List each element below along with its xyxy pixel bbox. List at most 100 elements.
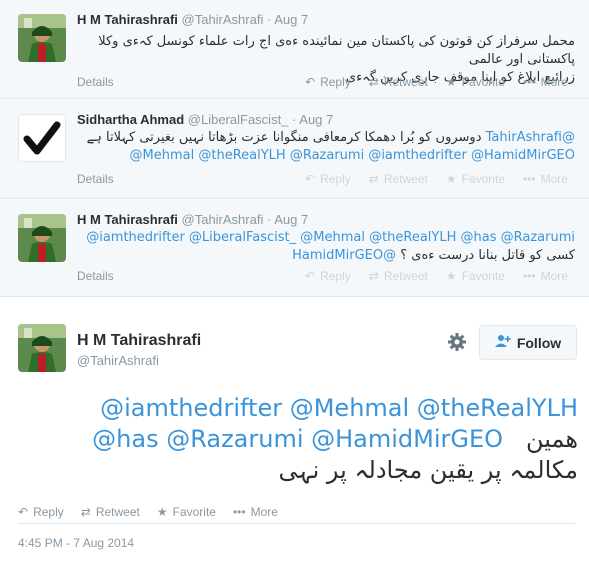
star-icon: ★ [156,505,168,519]
favorite-label: Favorite [461,269,505,283]
tweet-text-line: محمل سرفراز کن قوتون کی پاکستان مین نمائ… [98,34,575,67]
favorite-button[interactable]: ★ Favorite [446,75,505,89]
reply-button[interactable]: ↶ Reply [305,269,351,283]
more-label: More [540,172,568,186]
divider [18,523,575,524]
retweet-label: Retweet [95,505,140,519]
retweet-icon: ⇄ [368,269,379,283]
fullname[interactable]: H M Tahirashrafi [77,212,178,227]
follow-label: Follow [516,334,562,351]
tweet-actions: ↶ Reply ⇄ Retweet ★ Favorite ••• More [18,505,278,519]
more-button[interactable]: ••• More [523,269,568,283]
screen-name[interactable]: @TahirAshrafi [182,12,264,27]
tweet-text-line: مکالمہ پر یقین مجادلہ پر نہی [278,456,578,484]
retweet-button[interactable]: ⇄ Retweet [81,505,140,519]
more-icon: ••• [522,75,536,89]
mentions-line[interactable]: @Mehmal @theRealYLH @Razarumi @iamthedri… [75,147,575,165]
avatar[interactable] [18,114,66,162]
tweet-2[interactable]: Sidhartha Ahmad @LiberalFascist_ · Aug 7… [0,100,589,199]
tweet-text-urdu: دوسروں کو بُرا دھمکا کرمعافی منگوانا عزت… [86,130,482,145]
details-link[interactable]: Details [77,269,114,283]
more-button[interactable]: ••• More [523,75,568,89]
fullname[interactable]: H M Tahirashrafi [77,12,178,27]
tweet-1[interactable]: H M Tahirashrafi @TahirAshrafi · Aug 7 م… [0,0,589,99]
gear-icon[interactable] [447,332,467,352]
retweet-label: Retweet [383,269,428,283]
favorite-button[interactable]: ★ Favorite [446,172,505,186]
retweet-button[interactable]: ⇄ Retweet [369,172,428,186]
tweet-text: @iamthedrifter @LiberalFascist_ @Mehmal … [75,229,575,265]
tweet-header: H M Tahirashrafi @TahirAshrafi · Aug 7 [77,212,308,227]
more-button[interactable]: ••• More [233,505,278,519]
separator-dot: · [292,112,297,127]
mentions-line[interactable]: @iamthedrifter @LiberalFascist_ @Mehmal … [75,229,575,247]
reply-icon: ↶ [305,269,316,283]
tweet-time[interactable]: Aug 7 [274,12,308,27]
favorite-button[interactable]: ★ Favorite [157,505,216,519]
details-link[interactable]: Details [77,75,114,89]
reply-label: Reply [33,505,64,519]
star-icon: ★ [445,269,457,283]
more-button[interactable]: ••• More [523,172,568,186]
details-link[interactable]: Details [77,172,114,186]
favorite-label: Favorite [172,505,216,519]
reply-label: Reply [320,172,351,186]
tweet-actions: ↶ Reply ⇄ Retweet ★ Favorite ••• More [305,75,568,89]
star-icon: ★ [445,172,457,186]
fullname[interactable]: Sidhartha Ahmad [77,112,184,127]
more-label: More [540,269,568,283]
reply-icon: ↶ [18,505,29,519]
tweet-header: H M Tahirashrafi @TahirAshrafi · Aug 7 [77,12,308,27]
screen-name[interactable]: @TahirAshrafi [77,353,159,368]
retweet-button[interactable]: ⇄ Retweet [369,75,428,89]
screen-name[interactable]: @TahirAshrafi [182,212,264,227]
tweet-time[interactable]: Aug 7 [299,112,333,127]
avatar[interactable] [18,214,66,262]
retweet-icon: ⇄ [80,505,91,519]
reply-button[interactable]: ↶ Reply [18,505,64,519]
follow-button[interactable]: Follow [479,325,577,360]
tweet-actions: ↶ Reply ⇄ Retweet ★ Favorite ••• More [305,269,568,283]
more-icon: ••• [522,172,536,186]
avatar[interactable] [18,14,66,62]
screen-name[interactable]: @LiberalFascist_ [188,112,289,127]
retweet-label: Retweet [383,75,428,89]
reply-button[interactable]: ↶ Reply [305,75,351,89]
favorite-label: Favorite [461,75,505,89]
reply-icon: ↶ [305,75,316,89]
mentions-line[interactable]: @iamthedrifter @Mehmal @theRealYLH [18,393,578,424]
follow-user-icon [494,334,511,351]
tweet-time[interactable]: Aug 7 [274,212,308,227]
favorite-button[interactable]: ★ Favorite [446,269,505,283]
tweet-actions: ↶ Reply ⇄ Retweet ★ Favorite ••• More [305,172,568,186]
more-label: More [250,505,278,519]
tweet-text-line: @TahirAshrafi دوسروں کو بُرا دھمکا کرمعا… [75,129,575,147]
reply-label: Reply [320,269,351,283]
tweet-timestamp[interactable]: 4:45 PM - 7 Aug 2014 [18,536,134,550]
reply-button[interactable]: ↶ Reply [305,172,351,186]
tweet-text: @iamthedrifter @Mehmal @theRealYLH همین … [18,393,578,486]
retweet-label: Retweet [383,172,428,186]
main-tweet: H M Tahirashrafi @TahirAshrafi Follow @i… [0,298,589,561]
mention-link[interactable]: @HamidMirGEO [292,248,396,263]
tweet-text-line: همین @has @Razarumi @HamidMirGEO [18,424,578,455]
retweet-button[interactable]: ⇄ Retweet [369,269,428,283]
avatar[interactable] [18,324,66,372]
mentions-inline[interactable]: @has @Razarumi @HamidMirGEO [92,425,503,453]
tweet-text-urdu: همین [525,425,578,453]
favorite-label: Favorite [461,172,505,186]
mention-link[interactable]: @TahirAshrafi [486,130,575,145]
star-icon: ★ [445,75,457,89]
fullname[interactable]: H M Tahirashrafi [77,332,201,350]
tweet-text-urdu: کسی کو قاتل بنانا درست ءه‌ی ؟ [400,248,575,263]
tweet-text: @TahirAshrafi دوسروں کو بُرا دھمکا کرمعا… [75,129,575,165]
reply-icon: ↶ [305,172,316,186]
reply-label: Reply [320,75,351,89]
tweet-header: Sidhartha Ahmad @LiberalFascist_ · Aug 7 [77,112,333,127]
more-icon: ••• [522,269,536,283]
tweet-3[interactable]: H M Tahirashrafi @TahirAshrafi · Aug 7 @… [0,200,589,297]
retweet-icon: ⇄ [368,172,379,186]
more-label: More [540,75,568,89]
retweet-icon: ⇄ [368,75,379,89]
separator-dot: · [266,12,272,27]
